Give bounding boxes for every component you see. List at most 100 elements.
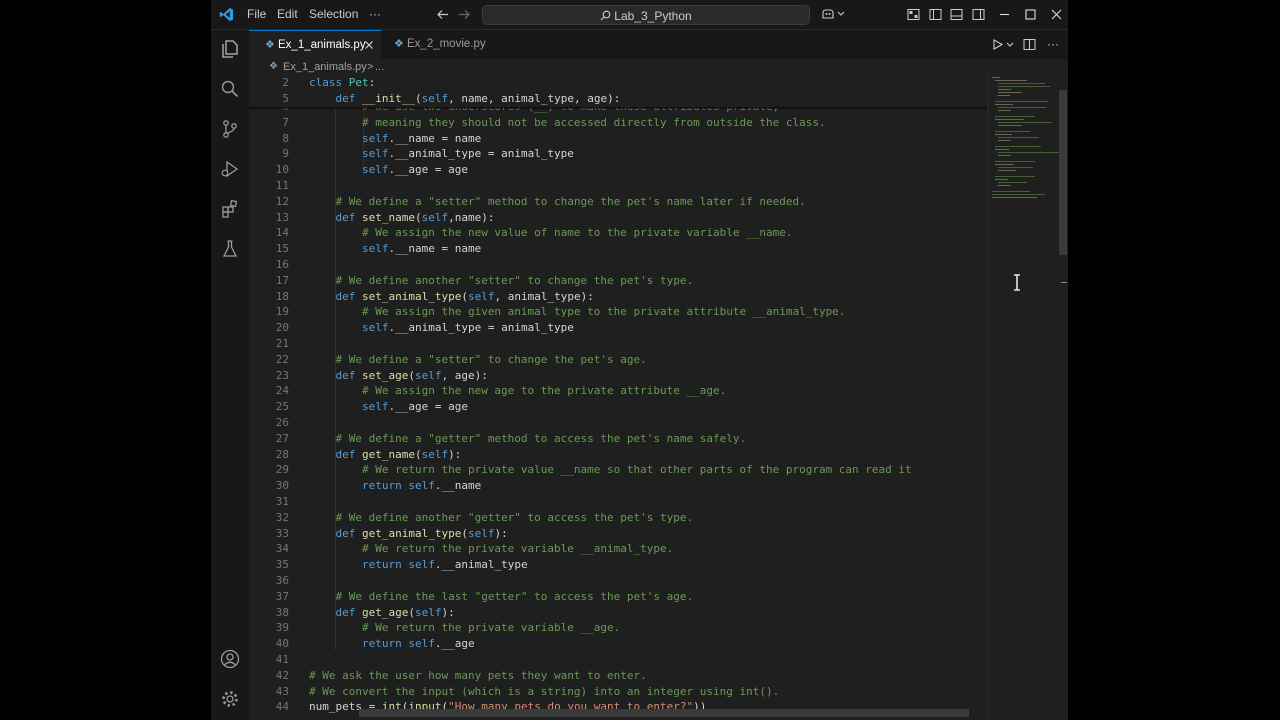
minimap-line (997, 185, 1011, 187)
minimap-line (994, 161, 1036, 163)
minimap-line (994, 80, 1028, 82)
customize-layout-icon[interactable] (907, 8, 920, 21)
minimap-line (997, 83, 1045, 85)
line-number: 8 (282, 131, 289, 145)
minimap-line (997, 89, 1012, 91)
line-number: 31 (275, 495, 289, 508)
line-code: self.__name = name (361, 131, 482, 145)
minimap-divider (987, 75, 988, 720)
tab-ex-2-movie[interactable]: ❖ Ex_2_movie.py (382, 30, 506, 59)
line-code: self.__animal_type = animal_type (361, 147, 574, 161)
line-code: self.__animal_type = animal_type (361, 321, 574, 335)
back-arrow-icon[interactable] (436, 8, 449, 21)
minimap-line (997, 140, 1010, 142)
split-editor-icon[interactable] (1023, 38, 1036, 51)
explorer-icon[interactable] (219, 38, 241, 60)
horizontal-scrollbar[interactable] (359, 709, 969, 717)
line-code: def get_name(self): (335, 447, 462, 461)
line-code: def set_name(self,name): (335, 210, 495, 224)
sticky-scroll-shadow (249, 107, 987, 110)
settings-gear-icon[interactable] (219, 688, 241, 710)
search-view-icon[interactable] (219, 78, 241, 100)
minimap-line (997, 107, 1047, 109)
minimap-line (992, 77, 1000, 79)
line-number: 37 (275, 589, 289, 603)
run-python-file-icon[interactable] (991, 38, 1015, 51)
line-number: 43 (275, 684, 289, 698)
minimap-line (997, 125, 1022, 127)
vertical-scrollbar[interactable] (1059, 90, 1067, 255)
line-number: 23 (275, 368, 289, 382)
run-debug-icon[interactable] (219, 158, 241, 180)
toggle-sidebar-icon[interactable] (929, 8, 942, 21)
minimap-line (997, 137, 1039, 139)
menu-selection[interactable]: Selection (309, 0, 358, 29)
line-code: return self.__animal_type (361, 558, 528, 572)
line-number: 21 (275, 337, 289, 350)
minimap-line (994, 101, 1049, 103)
minimap-line (997, 155, 1012, 157)
line-code: # We define another "getter" to access t… (335, 510, 694, 524)
command-center-search[interactable]: Lab_3_Python (482, 5, 810, 25)
minimap-line (997, 167, 1033, 169)
minimap-line (994, 179, 1009, 181)
line-code: # We assign the new age to the private a… (361, 384, 727, 398)
breadcrumb-more[interactable]: ... (375, 59, 384, 75)
breadcrumb-separator: > (367, 61, 374, 73)
line-code: # We convert the input (which is a strin… (309, 684, 780, 698)
line-number: 22 (275, 352, 289, 366)
line-number: 24 (275, 384, 289, 398)
python-file-icon: ❖ (394, 38, 404, 50)
testing-flask-icon[interactable] (219, 238, 241, 260)
minimap-line (994, 104, 1013, 106)
line-code: def __init__(self, name, animal_type, ag… (335, 91, 621, 105)
text-cursor-icon (1012, 274, 1022, 291)
tab-ex-1-animals[interactable]: ❖ Ex_1_animals.py (249, 30, 381, 59)
forward-arrow-icon[interactable] (458, 8, 471, 21)
minimap-line (997, 95, 1010, 97)
line-number: 40 (275, 637, 289, 651)
source-control-icon[interactable] (219, 118, 241, 140)
toggle-secondary-sidebar-icon[interactable] (972, 8, 985, 21)
menu-file[interactable]: File (247, 0, 266, 29)
menu-more[interactable]: ··· (369, 0, 381, 29)
menu-edit[interactable]: Edit (277, 0, 298, 29)
minimap-line (994, 119, 1025, 121)
sticky-scroll: 2 class Pet: 5 def __init__(self, name, an… (249, 75, 987, 107)
line-code: # We return the private variable __anima… (361, 542, 674, 556)
line-number: 16 (275, 258, 289, 271)
minimap-line (994, 134, 1013, 136)
copilot-icon[interactable] (821, 7, 847, 21)
line-number: 35 (275, 558, 289, 572)
minimap[interactable] (989, 75, 1060, 720)
minimap-line (992, 191, 1031, 193)
line-code: # We define a "setter" method to change … (335, 194, 806, 208)
minimap-line (992, 197, 1037, 199)
account-icon[interactable] (219, 648, 241, 670)
maximize-icon[interactable] (1024, 8, 1037, 21)
minimap-line (997, 182, 1027, 184)
editor-tabs: ❖ Ex_1_animals.py ❖ Ex_2_movie.py ··· (249, 30, 1068, 59)
line-number: 17 (275, 273, 289, 287)
minimap-line (997, 110, 1012, 112)
line-code: # We define a "setter" to change the pet… (335, 352, 647, 366)
line-code: self.__age = age (361, 400, 468, 414)
python-file-icon: ❖ (265, 39, 275, 51)
extensions-icon[interactable] (219, 198, 241, 220)
title-bar: File Edit Selection ··· Lab_3_Python (211, 0, 1068, 30)
minimap-line (994, 164, 1015, 166)
line-number: 18 (275, 289, 289, 303)
code-editor[interactable]: 2 class Pet: 5 def __init__(self, name, an… (249, 75, 987, 720)
close-window-icon[interactable] (1050, 8, 1063, 21)
tab-label: Ex_1_animals.py (278, 39, 366, 51)
minimize-icon[interactable] (998, 8, 1011, 21)
line-number: 42 (275, 668, 289, 682)
toggle-panel-icon[interactable] (950, 8, 963, 21)
minimap-line (994, 146, 1042, 148)
overview-ruler-mark (1061, 282, 1067, 283)
line-number: 36 (275, 574, 289, 587)
more-actions-icon[interactable]: ··· (1047, 30, 1059, 59)
activity-bar (211, 30, 249, 720)
breadcrumb-file[interactable]: Ex_1_animals.py (283, 59, 367, 75)
close-tab-icon[interactable] (364, 40, 374, 50)
